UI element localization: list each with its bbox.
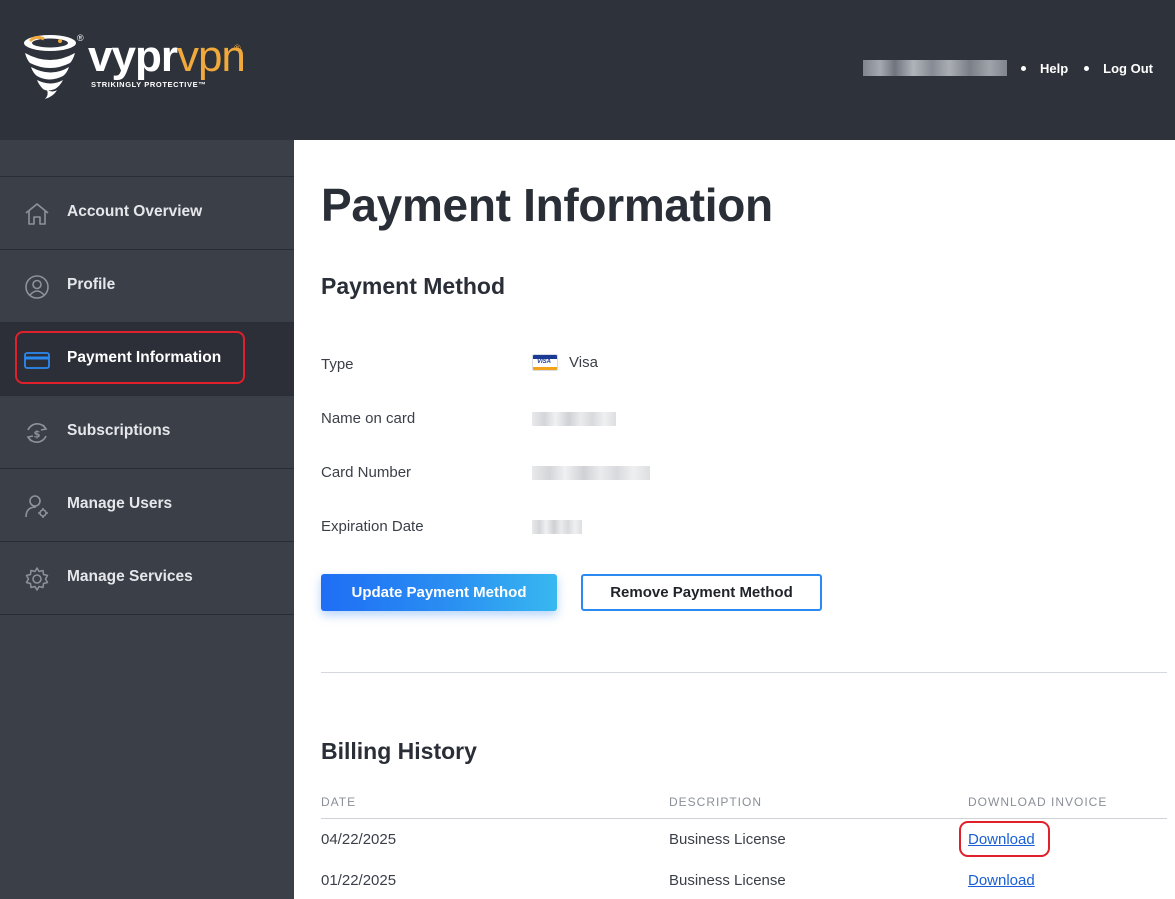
svg-text:$: $ <box>34 430 41 441</box>
table-row-description: Business License <box>669 872 786 889</box>
user-circle-icon <box>25 275 49 299</box>
logo-registered-mark-2: ® <box>234 43 241 53</box>
annotation-highlight <box>959 821 1050 857</box>
type-label: Type <box>321 356 354 373</box>
name-on-card-value-redacted <box>532 412 616 426</box>
user-gear-icon <box>25 495 48 518</box>
column-header-description: DESCRIPTION <box>669 795 763 809</box>
page-title: Payment Information <box>321 179 773 231</box>
sidebar-item-account-overview[interactable]: Account Overview <box>0 177 294 250</box>
sidebar-item-label: Payment Information <box>67 349 222 366</box>
logo-wordmark: vyprvpn <box>88 32 246 81</box>
update-payment-method-button[interactable]: Update Payment Method <box>321 574 557 611</box>
credit-card-icon <box>24 352 50 369</box>
dollar-refresh-icon: $ <box>26 423 48 443</box>
expiration-date-value-redacted <box>532 520 582 534</box>
billing-history-heading: Billing History <box>321 738 477 764</box>
column-header-download-invoice: DOWNLOAD INVOICE <box>968 795 1108 809</box>
top-nav: Help Log Out <box>863 58 1153 78</box>
column-header-date: DATE <box>321 795 357 809</box>
sidebar-item-payment-information[interactable]: Payment Information <box>0 323 294 396</box>
separator-dot <box>1084 65 1090 71</box>
sidebar-spacer <box>0 140 294 177</box>
remove-payment-method-button[interactable]: Remove Payment Method <box>581 574 822 611</box>
table-header-divider <box>321 818 1167 819</box>
table-row-date: 04/22/2025 <box>321 831 397 848</box>
main-content: Payment Information Payment Method Type … <box>294 140 1175 899</box>
viper-logo-icon <box>24 35 76 99</box>
name-on-card-label: Name on card <box>321 410 416 427</box>
table-row-description: Business License <box>669 831 786 848</box>
logo-word-vpn: vpn <box>176 32 246 81</box>
vyprvpn-logo[interactable]: ® vyprvpn ® STRIKINGLY PROTECTIVE™ <box>20 33 250 103</box>
section-divider <box>321 672 1167 673</box>
expiration-date-label: Expiration Date <box>321 518 424 535</box>
card-number-label: Card Number <box>321 464 412 481</box>
sidebar-item-label: Subscriptions <box>67 422 171 439</box>
sidebar-item-label: Account Overview <box>67 203 203 220</box>
logo-word-vypr: vypr <box>88 32 178 81</box>
logout-link[interactable]: Log Out <box>1103 61 1153 76</box>
sidebar-item-label: Profile <box>67 276 116 293</box>
sidebar-item-subscriptions[interactable]: $ Subscriptions <box>0 396 294 469</box>
sidebar-item-label: Manage Services <box>67 568 193 585</box>
user-email-redacted <box>863 60 1007 76</box>
logo-tagline: STRIKINGLY PROTECTIVE™ <box>91 80 207 89</box>
sidebar-item-manage-services[interactable]: Manage Services <box>0 542 294 615</box>
download-invoice-link[interactable]: Download <box>968 872 1035 889</box>
card-type-text: Visa <box>569 354 598 371</box>
logo-registered-mark: ® <box>77 33 84 43</box>
header: ® vyprvpn ® STRIKINGLY PROTECTIVE™ Help … <box>0 0 1175 140</box>
table-row-date: 01/22/2025 <box>321 872 397 889</box>
sidebar-item-label: Manage Users <box>67 495 173 512</box>
sidebar-item-profile[interactable]: Profile <box>0 250 294 323</box>
home-icon <box>25 203 49 225</box>
separator-dot <box>1021 65 1026 71</box>
help-link[interactable]: Help <box>1040 61 1068 76</box>
gear-icon <box>25 567 49 591</box>
type-value: VISA Visa <box>532 354 598 371</box>
visa-card-icon: VISA <box>532 354 558 371</box>
payment-method-heading: Payment Method <box>321 273 506 299</box>
sidebar: Account Overview Profile Payment Informa… <box>0 140 294 899</box>
card-number-value-redacted <box>532 466 650 480</box>
sidebar-item-manage-users[interactable]: Manage Users <box>0 469 294 542</box>
